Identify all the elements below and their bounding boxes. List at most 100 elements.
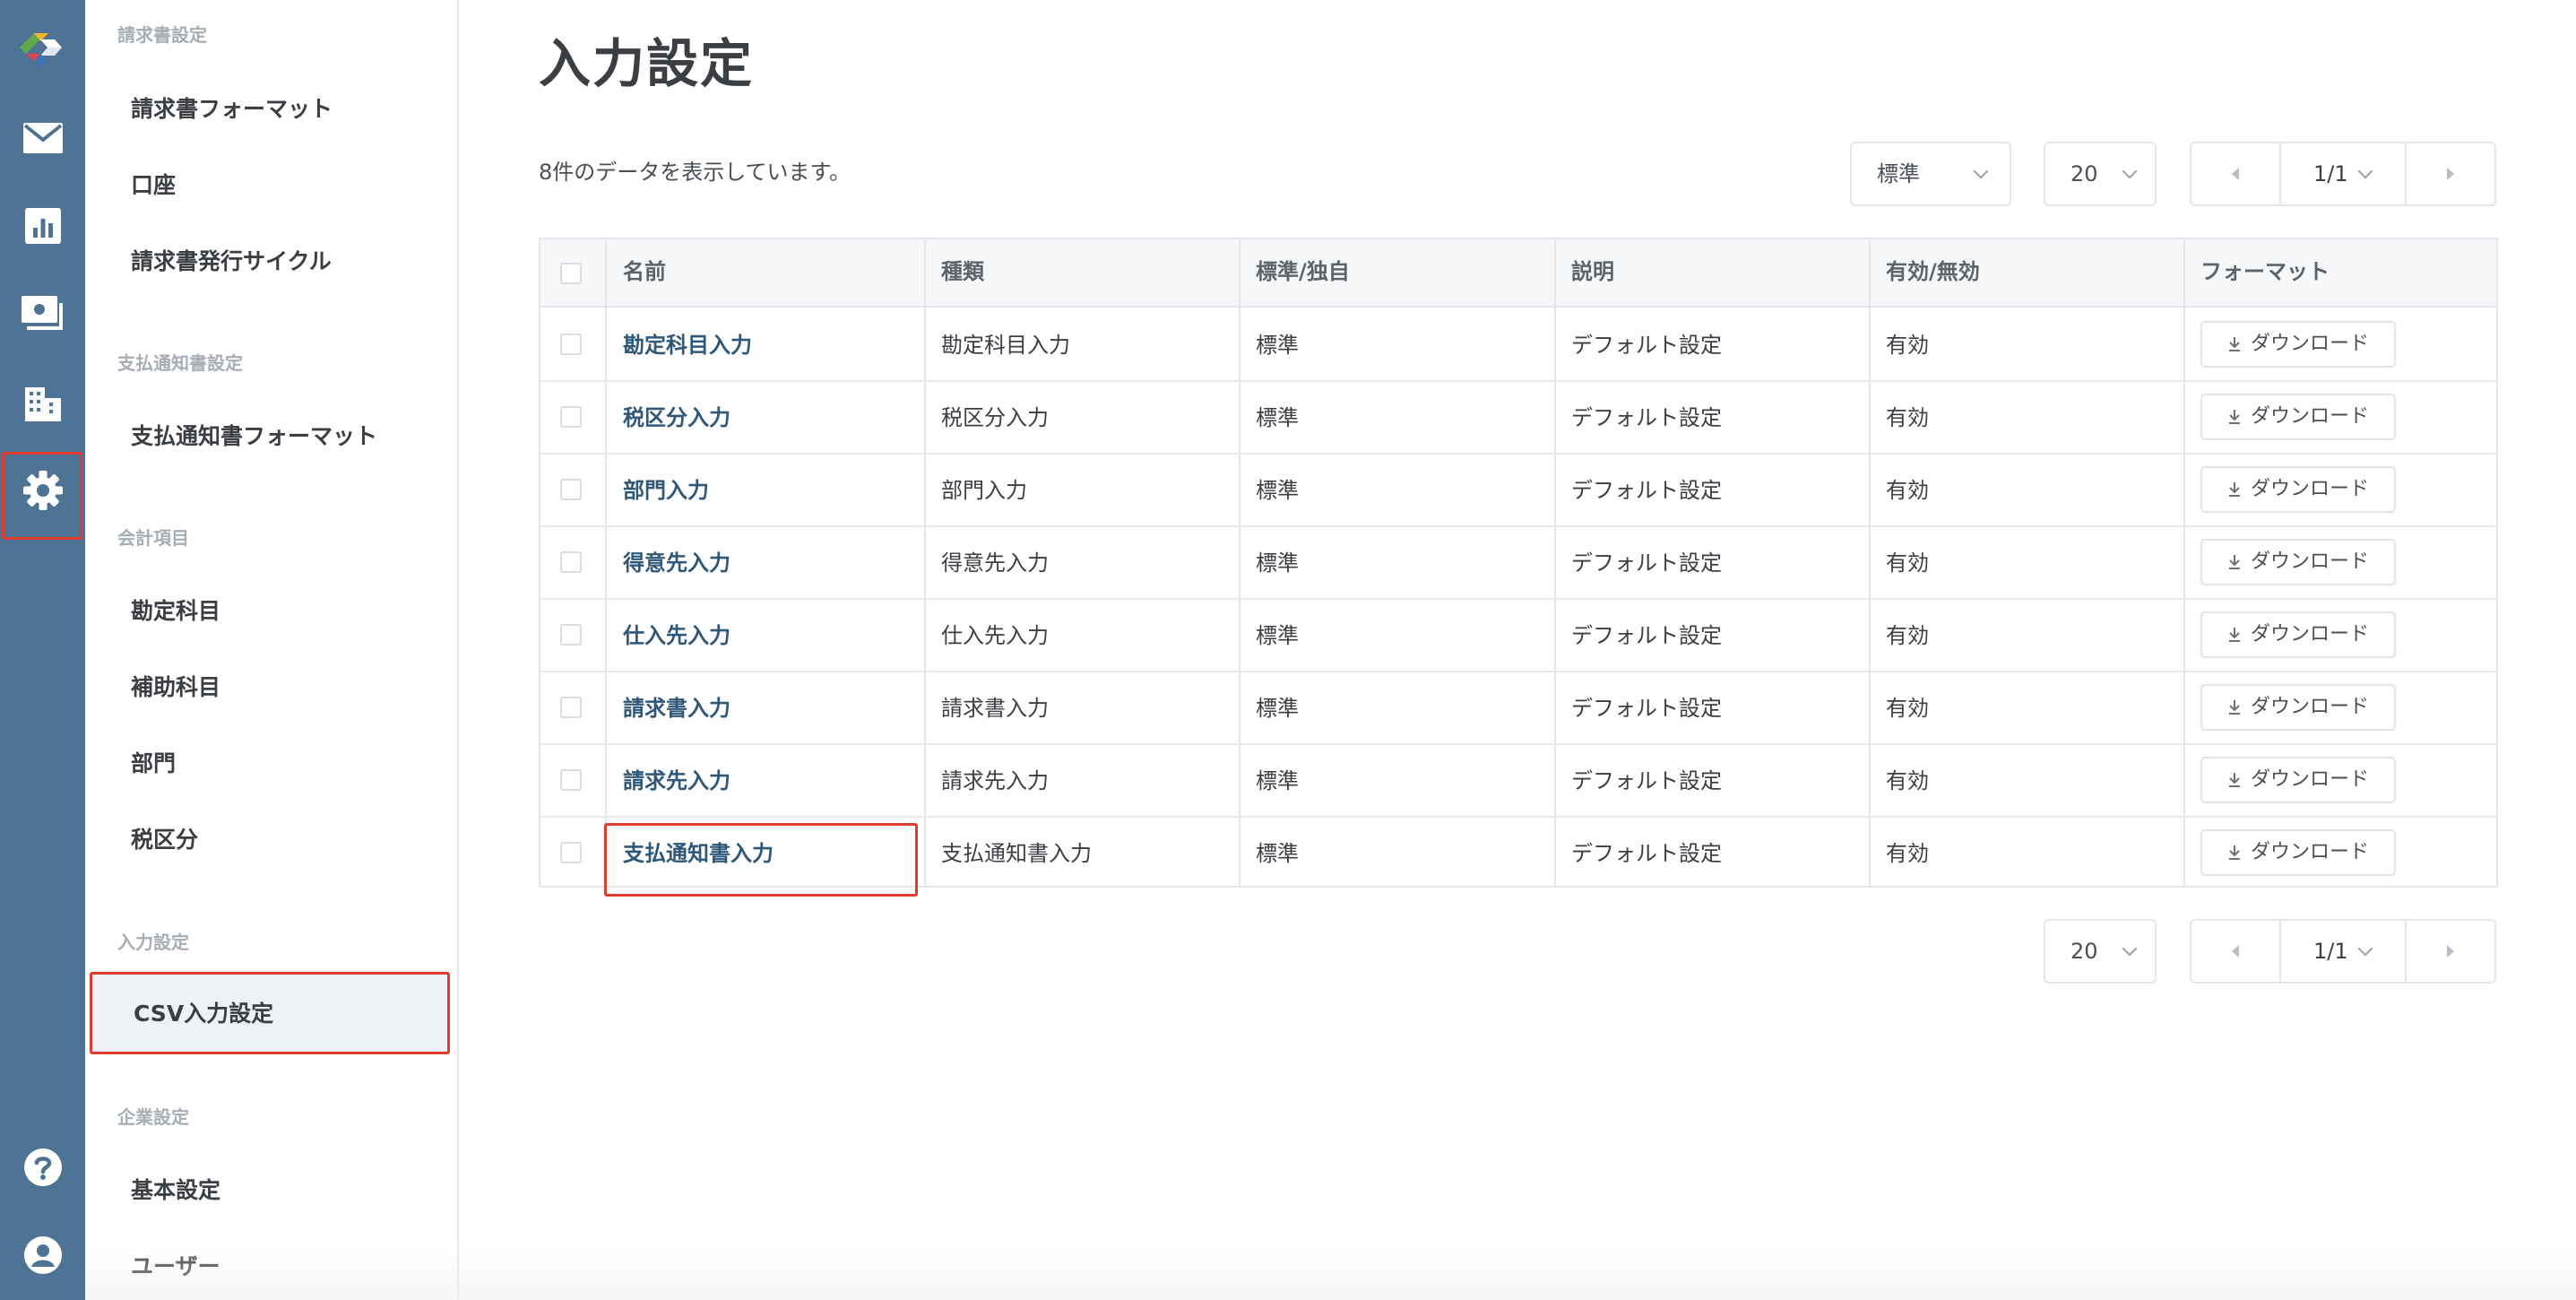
- cell-type: 得意先入力: [941, 550, 1049, 576]
- pagination-top: 1/1: [2190, 142, 2496, 206]
- section-payment-notice-settings: 支払通知書設定: [117, 352, 243, 374]
- page-title: 入力設定: [539, 33, 755, 94]
- cell-name[interactable]: 仕入先入力: [623, 625, 730, 646]
- row-checkbox[interactable]: [560, 551, 582, 573]
- sidebar-item-sub-accounts[interactable]: 補助科目: [131, 676, 220, 698]
- column-header-description[interactable]: 説明: [1571, 261, 1614, 282]
- filter-select-value: 標準: [1877, 161, 1920, 186]
- row-checkbox[interactable]: [560, 406, 582, 428]
- cell-name[interactable]: 部門入力: [623, 480, 709, 501]
- chart-icon[interactable]: [0, 199, 85, 253]
- cell-description: デフォルト設定: [1571, 405, 1722, 430]
- cell-type: 請求先入力: [941, 768, 1049, 793]
- cell-name[interactable]: 請求先入力: [623, 770, 730, 792]
- page-select[interactable]: 1/1: [2281, 143, 2405, 204]
- select-all-checkbox[interactable]: [560, 263, 582, 284]
- next-page-button[interactable]: [2405, 921, 2494, 982]
- sidebar-item-invoice-format[interactable]: 請求書フォーマット: [131, 98, 333, 120]
- column-header-type[interactable]: 種類: [941, 261, 984, 282]
- cell-standard: 標準: [1256, 550, 1299, 576]
- download-icon: [2228, 773, 2240, 787]
- sidebar-item-csv-input-settings[interactable]: CSV入力設定: [90, 972, 450, 1054]
- row-checkbox[interactable]: [560, 334, 582, 355]
- sidebar-item-account-titles[interactable]: 勘定科目: [131, 600, 220, 622]
- cell-name[interactable]: 税区分入力: [623, 407, 730, 429]
- cell-name[interactable]: 支払通知書入力: [623, 843, 774, 864]
- filter-select[interactable]: 標準: [1850, 142, 2011, 206]
- cell-name[interactable]: 請求書入力: [623, 698, 730, 719]
- download-button-label: ダウンロード: [2250, 333, 2369, 355]
- sidebar-item-bank-account[interactable]: 口座: [131, 174, 176, 196]
- chevron-down-icon: [2357, 940, 2373, 957]
- download-icon: [2228, 410, 2240, 424]
- sidebar-item-label: CSV入力設定: [134, 1001, 274, 1027]
- column-header-status[interactable]: 有効/無効: [1886, 261, 1980, 282]
- row-checkbox[interactable]: [560, 697, 582, 718]
- download-icon: [2228, 555, 2240, 569]
- cell-standard: 標準: [1256, 405, 1299, 430]
- mail-icon[interactable]: [0, 111, 85, 165]
- download-icon: [2228, 337, 2240, 351]
- download-icon: [2228, 482, 2240, 497]
- row-checkbox[interactable]: [560, 769, 582, 791]
- row-checkbox[interactable]: [560, 624, 582, 646]
- bottom-per-page-select[interactable]: 20: [2044, 919, 2157, 984]
- column-header-standard[interactable]: 標準/独自: [1256, 261, 1350, 282]
- rail-active-highlight: [2, 452, 82, 540]
- app-logo-icon[interactable]: [13, 20, 68, 75]
- row-checkbox[interactable]: [560, 479, 582, 500]
- row-checkbox[interactable]: [560, 842, 582, 863]
- caret-right-icon: [2447, 168, 2454, 180]
- per-page-select[interactable]: 20: [2044, 142, 2157, 206]
- download-button[interactable]: ダウンロード: [2200, 829, 2396, 876]
- chevron-down-icon: [2357, 163, 2373, 179]
- cell-type: 勘定科目入力: [941, 333, 1070, 358]
- next-page-button[interactable]: [2405, 143, 2494, 204]
- cell-description: デフォルト設定: [1571, 696, 1722, 721]
- download-button-label: ダウンロード: [2250, 768, 2369, 791]
- sidebar-item-payment-notice-format[interactable]: 支払通知書フォーマット: [131, 425, 377, 447]
- download-icon: [2228, 700, 2240, 715]
- chevron-down-icon: [1973, 163, 1989, 179]
- column-header-name[interactable]: 名前: [623, 261, 666, 282]
- cell-standard: 標準: [1256, 478, 1299, 503]
- cell-standard: 標準: [1256, 768, 1299, 793]
- cell-type: 税区分入力: [941, 405, 1049, 430]
- table-row: 勘定科目入力 勘定科目入力 標準 デフォルト設定 有効 ダウンロード: [540, 309, 2496, 382]
- download-button[interactable]: ダウンロード: [2200, 394, 2396, 440]
- section-input-settings: 入力設定: [117, 932, 189, 953]
- sidebar-item-departments[interactable]: 部門: [131, 752, 176, 775]
- download-button[interactable]: ダウンロード: [2200, 539, 2396, 585]
- payment-icon[interactable]: [0, 287, 85, 341]
- cell-description: デフォルト設定: [1571, 550, 1722, 576]
- table-row: 支払通知書入力 支払通知書入力 標準 デフォルト設定 有効 ダウンロード: [540, 818, 2496, 897]
- cell-status: 有効: [1886, 550, 1929, 576]
- cell-name[interactable]: 勘定科目入力: [623, 334, 752, 356]
- column-header-format[interactable]: フォーマット: [2200, 261, 2330, 282]
- cell-description: デフォルト設定: [1571, 333, 1722, 358]
- download-button[interactable]: ダウンロード: [2200, 611, 2396, 658]
- cell-name[interactable]: 得意先入力: [623, 552, 730, 574]
- cell-status: 有効: [1886, 696, 1929, 721]
- user-icon[interactable]: [0, 1228, 85, 1282]
- page-select[interactable]: 1/1: [2281, 921, 2405, 982]
- cell-status: 有効: [1886, 478, 1929, 503]
- sidebar-item-invoice-cycle[interactable]: 請求書発行サイクル: [131, 250, 332, 273]
- sidebar-item-basic-settings[interactable]: 基本設定: [131, 1179, 220, 1201]
- cell-type: 請求書入力: [941, 696, 1049, 721]
- building-icon[interactable]: [0, 375, 85, 429]
- download-icon: [2228, 628, 2240, 642]
- help-icon[interactable]: [0, 1140, 85, 1194]
- sidebar-item-tax-categories[interactable]: 税区分: [131, 828, 198, 851]
- cell-standard: 標準: [1256, 623, 1299, 648]
- table-row: 得意先入力 得意先入力 標準 デフォルト設定 有効 ダウンロード: [540, 527, 2496, 600]
- download-button[interactable]: ダウンロード: [2200, 321, 2396, 368]
- prev-page-button[interactable]: [2191, 143, 2281, 204]
- settings-sidebar: 請求書設定 請求書フォーマット 口座 請求書発行サイクル 支払通知書設定 支払通…: [85, 0, 459, 1300]
- download-button[interactable]: ダウンロード: [2200, 466, 2396, 513]
- download-button[interactable]: ダウンロード: [2200, 684, 2396, 731]
- prev-page-button[interactable]: [2191, 921, 2281, 982]
- cell-status: 有効: [1886, 841, 1929, 866]
- sidebar-item-users[interactable]: ユーザー: [131, 1255, 220, 1278]
- download-button[interactable]: ダウンロード: [2200, 757, 2396, 803]
